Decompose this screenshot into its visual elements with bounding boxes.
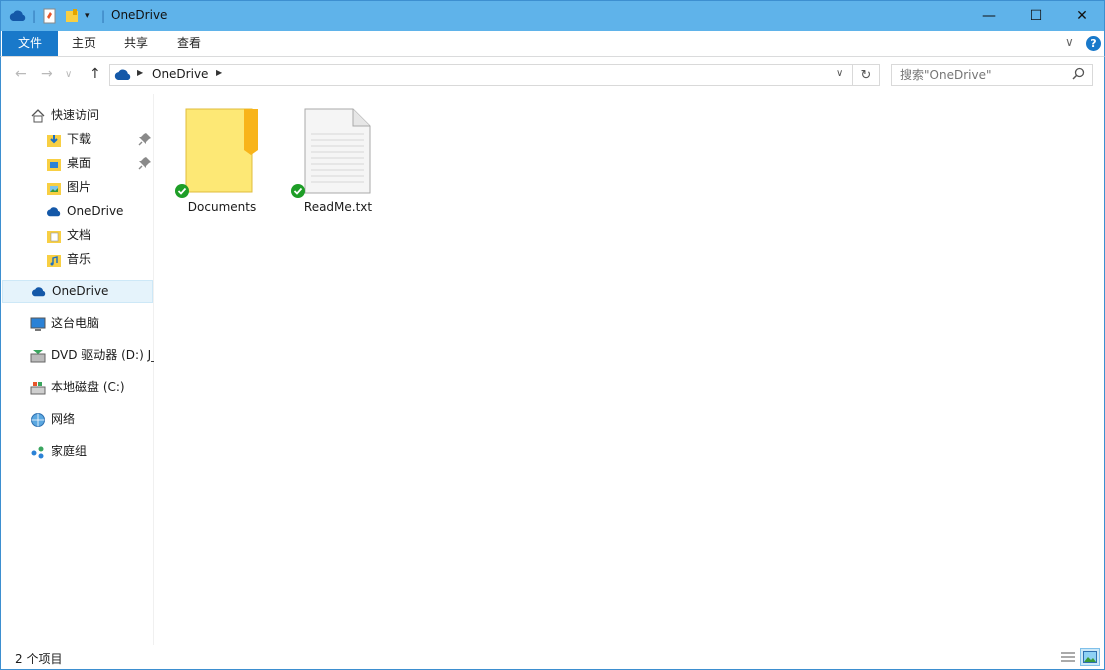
file-name: ReadMe.txt	[303, 200, 373, 214]
tab-home[interactable]: 主页	[61, 31, 107, 56]
properties-icon[interactable]	[42, 6, 58, 26]
customize-toolbar-icon[interactable]: ▾	[85, 6, 90, 26]
sidebar-item-documents[interactable]: 文档	[46, 224, 91, 247]
status-bar: 2 个项目	[0, 645, 1105, 670]
large-icons-view-button[interactable]	[1080, 648, 1100, 666]
breadcrumb-separator-icon[interactable]: ▶	[137, 68, 143, 77]
tab-share[interactable]: 共享	[113, 31, 159, 56]
title-bar: | ▾ | OneDrive — ☐ ✕	[0, 0, 1105, 31]
recent-locations-button[interactable]: ∨	[65, 69, 72, 80]
sidebar-item-homegroup[interactable]: 家庭组	[30, 440, 87, 463]
sidebar-item-dvd[interactable]: DVD 驱动器 (D:) J_	[30, 344, 154, 367]
address-row: ← → ∨ ↑ ▶ OneDrive ▶ ∨ ↻	[0, 57, 1105, 94]
sidebar-item-local-disk[interactable]: 本地磁盘 (C:)	[30, 376, 125, 399]
maximize-button[interactable]: ☐	[1013, 1, 1059, 31]
onedrive-app-icon	[9, 6, 27, 26]
tab-file[interactable]: 文件	[2, 31, 58, 56]
desktop-folder-icon	[46, 156, 62, 172]
ribbon: 文件 主页 共享 查看 ∨ ?	[0, 31, 1105, 57]
file-name: Documents	[187, 200, 257, 214]
sidebar-item-downloads[interactable]: 下载	[46, 128, 91, 151]
file-list: Documents ReadMe.txt	[155, 94, 1105, 645]
downloads-folder-icon	[46, 132, 62, 148]
dvd-drive-icon	[30, 348, 46, 364]
sidebar-item-music[interactable]: 音乐	[46, 248, 91, 271]
file-item-readme[interactable]: ReadMe.txt	[290, 106, 386, 216]
quick-access-icon	[30, 108, 46, 124]
sidebar-item-this-pc[interactable]: 这台电脑	[30, 312, 99, 335]
window-title: OneDrive	[111, 8, 168, 22]
documents-folder-icon	[46, 228, 62, 244]
sidebar-item-network[interactable]: 网络	[30, 408, 75, 431]
pin-icon[interactable]	[138, 156, 152, 173]
tab-view[interactable]: 查看	[166, 31, 212, 56]
ribbon-collapse-icon[interactable]: ∨	[1065, 35, 1074, 49]
minimize-button[interactable]: —	[966, 1, 1012, 31]
sidebar-item-pictures[interactable]: 图片	[46, 176, 91, 199]
sidebar-item-onedrive-quick[interactable]: OneDrive	[46, 200, 123, 223]
item-count: 2 个项目	[15, 652, 63, 666]
sidebar-item-desktop[interactable]: 桌面	[46, 152, 91, 175]
pin-icon[interactable]	[138, 132, 152, 149]
main-content: 快速访问 下载 桌面 图片 OneDrive 文档 音乐 OneDrive 这台…	[0, 94, 1105, 645]
breadcrumb-onedrive[interactable]: OneDrive	[152, 67, 208, 81]
pictures-folder-icon	[46, 180, 62, 196]
local-disk-icon	[30, 380, 46, 396]
text-file-icon	[291, 108, 371, 198]
sidebar-quick-access[interactable]: 快速访问	[30, 104, 99, 127]
onedrive-icon	[46, 204, 62, 220]
back-button[interactable]: ←	[15, 66, 27, 82]
file-item-documents[interactable]: Documents	[174, 106, 270, 216]
breadcrumb-children-icon[interactable]: ▶	[216, 68, 222, 77]
new-folder-icon[interactable]	[64, 6, 80, 26]
folder-icon	[175, 108, 258, 198]
music-folder-icon	[46, 252, 62, 268]
search-icon[interactable]	[1072, 67, 1085, 83]
up-button[interactable]: ↑	[89, 66, 101, 82]
computer-icon	[30, 316, 46, 332]
network-icon	[30, 412, 46, 428]
address-bar[interactable]: ▶ OneDrive ▶	[109, 64, 853, 86]
sidebar-item-onedrive[interactable]: OneDrive	[2, 280, 153, 303]
large-icons-view-icon	[1083, 651, 1097, 663]
homegroup-icon	[30, 444, 46, 460]
details-view-icon	[1061, 652, 1075, 662]
close-button[interactable]: ✕	[1059, 1, 1105, 31]
search-input[interactable]	[891, 64, 1093, 86]
help-icon[interactable]: ?	[1086, 36, 1101, 51]
details-view-button[interactable]	[1058, 648, 1078, 666]
onedrive-icon	[31, 284, 47, 300]
refresh-button[interactable]: ↻	[853, 64, 880, 86]
forward-button[interactable]: →	[41, 66, 53, 82]
address-dropdown-icon[interactable]: ∨	[836, 68, 843, 79]
onedrive-location-icon	[114, 68, 132, 85]
navigation-pane: 快速访问 下载 桌面 图片 OneDrive 文档 音乐 OneDrive 这台…	[1, 94, 154, 645]
